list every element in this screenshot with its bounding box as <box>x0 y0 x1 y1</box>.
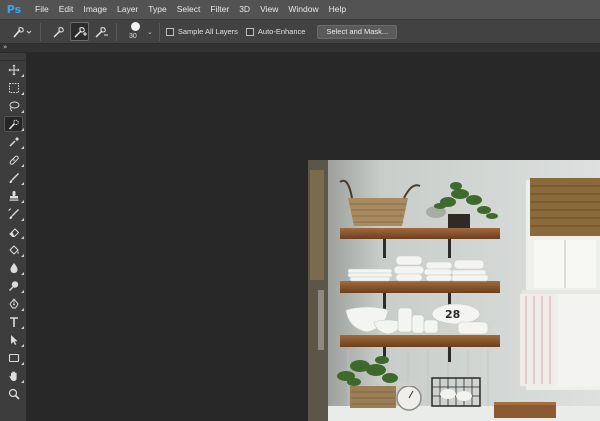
select-and-mask-button[interactable]: Select and Mask... <box>317 24 398 39</box>
menu-type[interactable]: Type <box>143 0 171 19</box>
blur-drop-icon <box>9 263 18 273</box>
menu-edit[interactable]: Edit <box>54 0 79 19</box>
document-workspace[interactable]: 28 <box>28 53 600 421</box>
rectangle-shape-icon <box>8 353 19 363</box>
stamp-icon <box>9 191 18 201</box>
brush-selection-icon <box>53 26 64 37</box>
quick-selection-icon <box>13 26 32 38</box>
kitchen-shelves-photo[interactable]: 28 <box>308 160 600 421</box>
eraser-tool[interactable] <box>0 223 27 241</box>
clone-stamp-tool[interactable] <box>0 187 27 205</box>
menu-image[interactable]: Image <box>78 0 112 19</box>
options-separator <box>158 22 160 41</box>
rectangular-marquee-icon <box>8 83 19 93</box>
type-tool[interactable] <box>0 313 27 331</box>
menu-help[interactable]: Help <box>324 0 351 19</box>
tool-flyout-icon <box>21 272 24 275</box>
rectangle-tool[interactable] <box>0 349 27 367</box>
zoom-magnifier-icon <box>8 388 20 400</box>
brush-icon <box>9 173 19 183</box>
dodge-tool[interactable] <box>0 277 27 295</box>
zoom-tool[interactable] <box>0 385 27 403</box>
path-selection-tool[interactable] <box>0 331 27 349</box>
tools-panel <box>0 53 27 421</box>
tool-flyout-icon <box>21 254 24 257</box>
tool-flyout-icon <box>21 146 24 149</box>
add-to-selection-mode-button[interactable] <box>70 22 89 41</box>
options-separator <box>40 22 41 41</box>
tool-flyout-icon <box>21 236 24 239</box>
brush-tip-icon <box>131 21 140 31</box>
tool-preset-picker[interactable] <box>10 22 34 41</box>
auto-enhance-label: Auto-Enhance <box>257 27 306 36</box>
menu-filter[interactable]: Filter <box>205 0 234 19</box>
brush-add-selection-icon <box>74 26 87 37</box>
menu-window[interactable]: Window <box>283 0 323 19</box>
tool-flyout-icon <box>21 290 24 293</box>
brush-subtract-selection-icon <box>95 26 108 37</box>
chevron-down-icon[interactable]: ⌄ <box>147 28 153 36</box>
tool-flyout-icon <box>21 380 24 383</box>
menu-select[interactable]: Select <box>172 0 206 19</box>
panel-strip: » <box>0 43 600 53</box>
auto-enhance-checkbox[interactable] <box>245 27 254 36</box>
path-selection-arrow-icon <box>10 335 18 345</box>
menu-view[interactable]: View <box>255 0 283 19</box>
subtract-from-selection-mode-button[interactable] <box>91 22 110 41</box>
paint-bucket-tool[interactable] <box>0 241 27 259</box>
brush-size-value: 30 <box>129 32 137 40</box>
tool-flyout-icon <box>21 74 24 77</box>
hand-icon <box>8 371 17 381</box>
dodge-icon <box>8 281 18 291</box>
lasso-tool[interactable] <box>0 97 27 115</box>
menu-bar: Ps File Edit Image Layer Type Select Fil… <box>0 0 600 19</box>
collapse-panel-icon[interactable]: » <box>3 43 7 51</box>
menu-layer[interactable]: Layer <box>112 0 143 19</box>
menu-3d[interactable]: 3D <box>234 0 255 19</box>
tool-flyout-icon <box>21 344 24 347</box>
options-separator <box>116 22 117 41</box>
tool-flyout-icon <box>21 308 24 311</box>
quick-selection-icon <box>8 119 19 130</box>
paint-bucket-icon <box>8 245 19 255</box>
tool-flyout-icon <box>21 92 24 95</box>
pen-icon <box>8 298 19 309</box>
tool-flyout-icon <box>21 110 24 113</box>
tool-flyout-icon <box>21 326 24 329</box>
blur-tool[interactable] <box>0 259 27 277</box>
type-icon <box>9 317 18 327</box>
menu-file[interactable]: File <box>30 0 54 19</box>
photoshop-window: Ps File Edit Image Layer Type Select Fil… <box>0 0 600 421</box>
tool-flyout-icon <box>21 200 24 203</box>
tool-flyout-icon <box>21 128 24 131</box>
hand-tool[interactable] <box>0 367 27 385</box>
sample-all-layers-label: Sample All Layers <box>177 27 238 36</box>
history-brush-icon <box>8 208 19 219</box>
eraser-icon <box>8 228 19 237</box>
photoshop-logo: Ps <box>6 2 22 16</box>
tool-flyout-icon <box>21 164 24 167</box>
tools-panel-grip[interactable] <box>0 53 26 61</box>
quick-selection-tool[interactable] <box>0 115 27 133</box>
house-number-plate-text: 28 <box>445 308 460 321</box>
tool-flyout-icon <box>21 218 24 221</box>
lasso-icon <box>9 101 19 112</box>
tool-flyout-icon <box>21 362 24 365</box>
brush-tool[interactable] <box>0 169 27 187</box>
sample-all-layers-checkbox[interactable] <box>165 27 174 36</box>
history-brush-tool[interactable] <box>0 205 27 223</box>
spot-healing-tool[interactable] <box>0 151 27 169</box>
move-tool[interactable] <box>0 61 27 79</box>
eyedropper-icon <box>8 137 19 147</box>
move-icon <box>8 64 19 76</box>
options-bar: 30 ⌄ Sample All Layers Auto-Enhance Sele… <box>0 19 600 44</box>
pen-tool[interactable] <box>0 295 27 313</box>
tool-flyout-icon <box>21 182 24 185</box>
new-selection-mode-button[interactable] <box>49 22 68 41</box>
marquee-tool[interactable] <box>0 79 27 97</box>
eyedropper-tool[interactable] <box>0 133 27 151</box>
brush-size-picker[interactable]: 30 <box>127 21 145 43</box>
kitchen-shelves-image: 28 <box>308 160 600 421</box>
healing-brush-icon <box>9 155 19 165</box>
